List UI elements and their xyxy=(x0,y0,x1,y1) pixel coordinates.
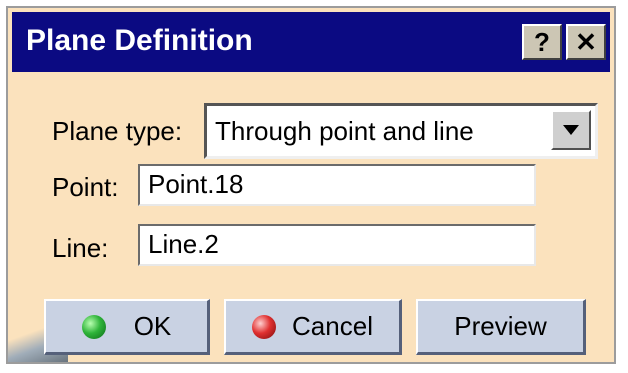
title-bar[interactable]: Plane Definition ? ✕ xyxy=(12,12,610,72)
plane-type-value: Through point and line xyxy=(215,116,474,146)
point-value: Point.18 xyxy=(148,169,244,199)
plane-type-select[interactable]: Through point and line xyxy=(204,103,598,159)
close-button[interactable]: ✕ xyxy=(566,24,606,60)
red-dot-icon xyxy=(252,314,277,339)
cancel-button[interactable]: Cancel xyxy=(224,299,402,355)
line-value: Line.2 xyxy=(148,229,219,259)
close-icon: ✕ xyxy=(575,26,597,57)
line-field[interactable]: Line.2 xyxy=(138,224,536,266)
ok-label: OK xyxy=(133,311,172,341)
point-label: Point: xyxy=(52,172,119,202)
point-field[interactable]: Point.18 xyxy=(138,164,536,206)
plane-definition-dialog: Plane Definition ? ✕ Plane type: Through… xyxy=(6,6,616,364)
green-dot-icon xyxy=(81,314,106,339)
ok-button[interactable]: OK xyxy=(44,299,210,355)
help-icon: ? xyxy=(534,26,550,57)
chevron-down-icon[interactable] xyxy=(551,110,591,150)
plane-type-label: Plane type: xyxy=(52,116,183,146)
dialog-title: Plane Definition xyxy=(26,24,253,57)
line-label: Line: xyxy=(52,233,109,263)
help-button[interactable]: ? xyxy=(522,24,562,60)
preview-button[interactable]: Preview xyxy=(416,299,586,355)
preview-label: Preview xyxy=(454,311,547,341)
cancel-label: Cancel xyxy=(292,311,373,341)
